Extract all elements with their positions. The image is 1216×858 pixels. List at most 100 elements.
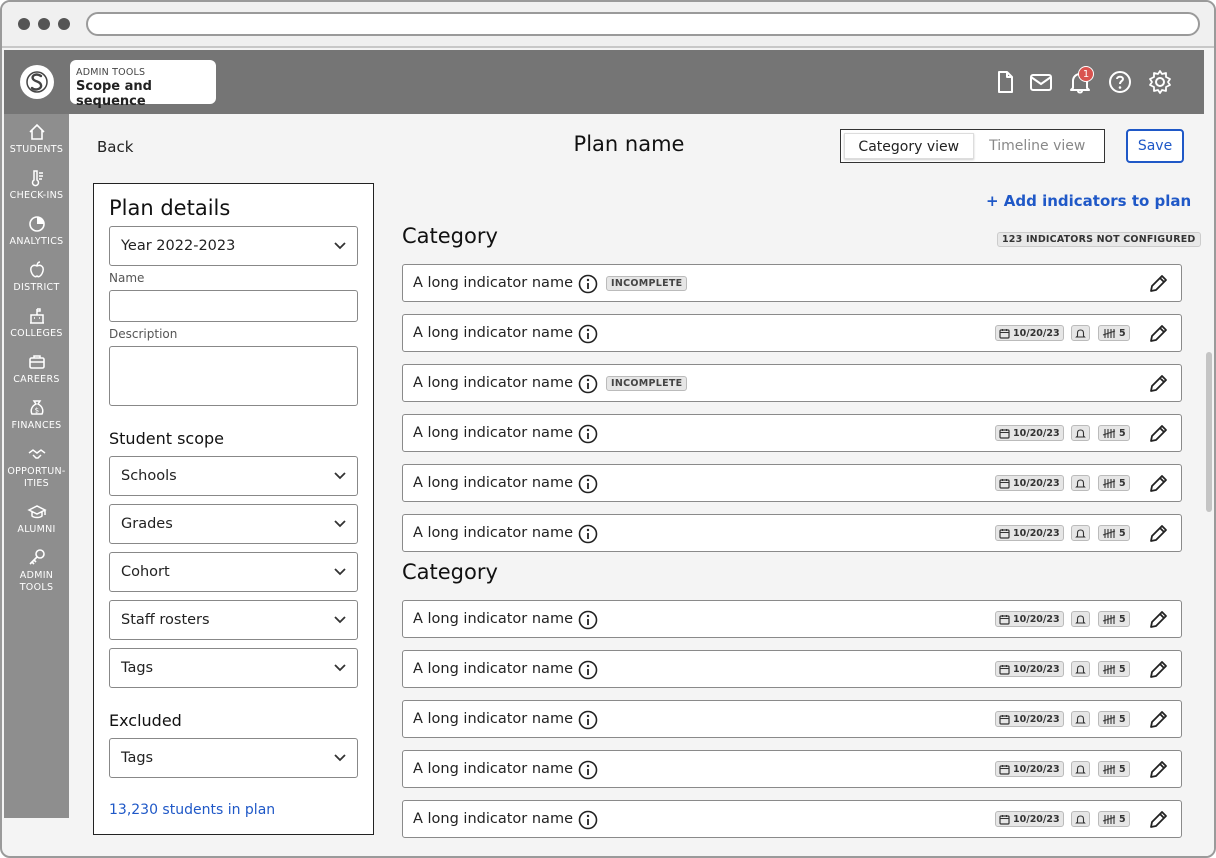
indicator-name: A long indicator name [413, 661, 573, 677]
tally-count: 5 [1119, 813, 1126, 825]
sidebar-item-opportunities[interactable]: OPPORTUN- ITIES [4, 444, 69, 490]
info-icon[interactable] [578, 374, 598, 394]
info-icon[interactable] [578, 324, 598, 344]
year-select[interactable]: Year 2022-2023 [109, 226, 358, 266]
tally-icon [1102, 428, 1116, 438]
app-title: Scope and sequence [76, 79, 152, 109]
scrollbar[interactable] [1204, 114, 1214, 856]
indicator-name: A long indicator name [413, 275, 573, 291]
indicator-row[interactable]: A long indicator name 10/20/23 5 [402, 314, 1182, 352]
student-scope-heading: Student scope [109, 429, 224, 448]
mail-icon[interactable] [1028, 69, 1054, 95]
gear-icon[interactable] [1147, 69, 1173, 95]
indicator-row[interactable]: A long indicator name 10/20/23 5 [402, 464, 1182, 502]
tally-badge: 5 [1098, 525, 1130, 541]
info-icon[interactable] [578, 810, 598, 830]
back-link[interactable]: Back [97, 138, 133, 156]
due-date-badge: 10/20/23 [995, 475, 1064, 491]
sidebar-item-label: CHECK-INS [9, 190, 64, 201]
due-date: 10/20/23 [1013, 663, 1060, 675]
sidebar-item-colleges[interactable]: COLLEGES [4, 306, 69, 340]
due-date-badge: 10/20/23 [995, 811, 1064, 827]
tab-category-view[interactable]: Category view [844, 133, 974, 159]
help-icon[interactable] [1107, 69, 1133, 95]
tab-timeline-view[interactable]: Timeline view [974, 133, 1102, 159]
indicator-name: A long indicator name [413, 611, 573, 627]
calendar-icon [999, 814, 1010, 825]
due-date: 10/20/23 [1013, 763, 1060, 775]
window-dot-icon[interactable] [18, 18, 30, 30]
indicator-row[interactable]: A long indicator name 10/20/23 5 [402, 650, 1182, 688]
logo-icon[interactable] [20, 65, 54, 99]
excluded-tags-select[interactable]: Tags [109, 738, 358, 778]
sidebar-item-careers[interactable]: CAREERS [4, 352, 69, 386]
due-date: 10/20/23 [1013, 327, 1060, 339]
scrollbar-thumb[interactable] [1206, 352, 1212, 512]
indicator-row[interactable]: A long indicator name 10/20/23 5 [402, 800, 1182, 838]
tags-select[interactable]: Tags [109, 648, 358, 688]
calendar-icon [999, 714, 1010, 725]
sidebar-item-admin-tools[interactable]: ADMIN TOOLS [4, 548, 69, 594]
schools-select[interactable]: Schools [109, 456, 358, 496]
save-button[interactable]: Save [1126, 129, 1184, 163]
grades-select[interactable]: Grades [109, 504, 358, 544]
document-icon[interactable] [992, 69, 1018, 95]
info-icon[interactable] [578, 424, 598, 444]
tally-icon [1102, 814, 1116, 824]
student-count-link[interactable]: 13,230 students in plan [109, 802, 275, 818]
indicator-row[interactable]: A long indicator name 10/20/23 5 [402, 514, 1182, 552]
staff-rosters-select-value: Staff rosters [121, 612, 210, 628]
plan-details-heading: Plan details [109, 196, 231, 220]
info-icon[interactable] [578, 610, 598, 630]
indicator-row[interactable]: A long indicator name 10/20/23 5 [402, 750, 1182, 788]
sidebar-item-check-ins[interactable]: CHECK-INS [4, 168, 69, 202]
pencil-icon[interactable] [1147, 423, 1169, 445]
info-icon[interactable] [578, 274, 598, 294]
pencil-icon[interactable] [1147, 809, 1169, 831]
pencil-icon[interactable] [1147, 759, 1169, 781]
sidebar-item-district[interactable]: DISTRICT [4, 260, 69, 294]
pencil-icon[interactable] [1147, 709, 1169, 731]
indicator-name: A long indicator name [413, 525, 573, 541]
pencil-icon[interactable] [1147, 373, 1169, 395]
info-icon[interactable] [578, 660, 598, 680]
indicator-row[interactable]: A long indicator name 10/20/23 5 [402, 700, 1182, 738]
info-icon[interactable] [578, 710, 598, 730]
name-field[interactable] [109, 290, 358, 322]
pencil-icon[interactable] [1147, 273, 1169, 295]
pencil-icon[interactable] [1147, 473, 1169, 495]
indicator-row[interactable]: A long indicator name 10/20/23 5 [402, 600, 1182, 638]
description-field[interactable] [109, 346, 358, 406]
window-dot-icon[interactable] [38, 18, 50, 30]
tally-count: 5 [1119, 713, 1126, 725]
pencil-icon[interactable] [1147, 523, 1169, 545]
sidebar: STUDENTS CHECK-INS ANALYTICS DISTRICT CO… [4, 114, 69, 818]
pencil-icon[interactable] [1147, 609, 1169, 631]
sidebar-item-label: TOOLS [19, 582, 54, 593]
pencil-icon[interactable] [1147, 323, 1169, 345]
notification-badge: 1 [1078, 66, 1094, 82]
sidebar-item-students[interactable]: STUDENTS [4, 122, 69, 156]
info-icon[interactable] [578, 474, 598, 494]
sidebar-item-label: ANALYTICS [9, 236, 64, 247]
sidebar-item-analytics[interactable]: ANALYTICS [4, 214, 69, 248]
indicator-name: A long indicator name [413, 761, 573, 777]
due-date-badge: 10/20/23 [995, 661, 1064, 677]
info-icon[interactable] [578, 524, 598, 544]
indicator-row[interactable]: A long indicator name 10/20/23 5 [402, 414, 1182, 452]
tally-count: 5 [1119, 427, 1126, 439]
staff-rosters-select[interactable]: Staff rosters [109, 600, 358, 640]
indicator-row[interactable]: A long indicator name INCOMPLETE [402, 364, 1182, 402]
reminder-badge [1071, 661, 1090, 677]
sidebar-item-alumni[interactable]: ALUMNI [4, 502, 69, 536]
url-bar[interactable] [86, 12, 1200, 36]
sidebar-item-label: FINANCES [11, 420, 62, 431]
add-indicators-link[interactable]: + Add indicators to plan [986, 192, 1191, 210]
indicator-row[interactable]: A long indicator name INCOMPLETE [402, 264, 1182, 302]
sidebar-item-finances[interactable]: $ FINANCES [4, 398, 69, 432]
app-switcher[interactable]: ADMIN TOOLS Scope and sequence [70, 60, 216, 109]
cohort-select[interactable]: Cohort [109, 552, 358, 592]
window-dot-icon[interactable] [58, 18, 70, 30]
pencil-icon[interactable] [1147, 659, 1169, 681]
info-icon[interactable] [578, 760, 598, 780]
